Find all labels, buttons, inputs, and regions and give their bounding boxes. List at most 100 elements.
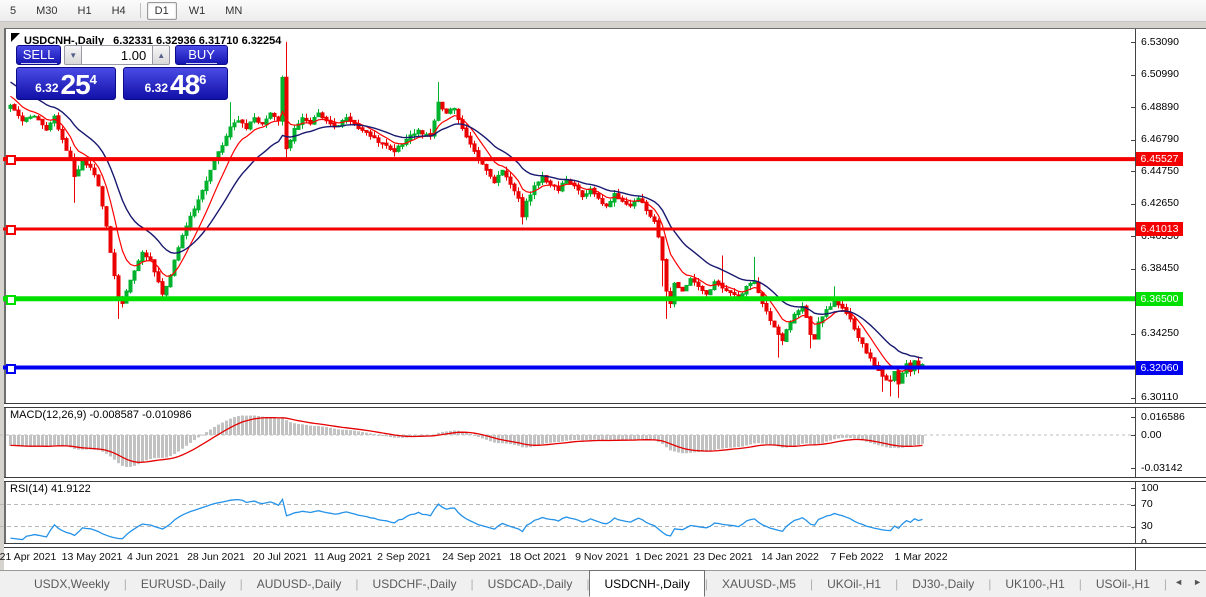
date-tick-label: 14 Jan 2022 bbox=[761, 551, 819, 563]
price-tick-mark bbox=[1131, 74, 1135, 76]
sell-price-pip: 4 bbox=[89, 72, 97, 87]
price-tick-label: 6.38450 bbox=[1141, 262, 1179, 275]
date-tick-label: 9 Nov 2021 bbox=[575, 551, 629, 563]
rsi-tick-mark bbox=[1131, 504, 1135, 506]
timeframe-button-m30[interactable]: M30 bbox=[28, 2, 65, 20]
price-tick-label: 6.42650 bbox=[1141, 197, 1179, 210]
buy-button-label: BUY bbox=[186, 46, 217, 64]
buy-price-main: 48 bbox=[170, 69, 200, 100]
price-tick-mark bbox=[1131, 107, 1135, 108]
one-click-trade-panel: SELL ▼ 1.00 ▲ BUY 6.32 25 4 6.32 48 6 bbox=[16, 45, 228, 100]
tab-xauusd-m5[interactable]: XAUUSD-,M5 bbox=[708, 571, 810, 597]
volume-decrease-button[interactable]: ▼ bbox=[64, 45, 83, 65]
sell-price-prefix: 6.32 bbox=[35, 81, 59, 95]
hline-anchor-marker[interactable] bbox=[6, 363, 16, 374]
pane-divider[interactable] bbox=[4, 477, 1206, 482]
price-tick-label: 6.44750 bbox=[1141, 164, 1179, 177]
price-tick-mark bbox=[1131, 42, 1135, 43]
timeframe-button-5[interactable]: 5 bbox=[2, 2, 24, 20]
rsi-label: RSI(14) 41.9122 bbox=[10, 483, 91, 495]
price-tick-mark bbox=[1131, 268, 1135, 270]
rsi-tick-mark bbox=[1131, 488, 1135, 489]
date-tick-label: 7 Feb 2022 bbox=[830, 551, 884, 563]
date-tick-label: 20 Jul 2021 bbox=[252, 551, 308, 563]
price-tick-mark bbox=[1131, 139, 1135, 141]
macd-tick-mark bbox=[1131, 468, 1135, 470]
tab-usdchf-daily[interactable]: USDCHF-,Daily bbox=[359, 571, 471, 597]
volume-increase-button[interactable]: ▲ bbox=[152, 45, 171, 65]
buy-price-button[interactable]: 6.32 48 6 bbox=[123, 67, 228, 100]
hline-price-badge: 6.32060 bbox=[1136, 360, 1183, 375]
chevron-up-icon: ▲ bbox=[157, 50, 166, 60]
sell-button[interactable]: SELL bbox=[16, 45, 62, 65]
date-tick-label: 1 Mar 2022 bbox=[894, 551, 948, 563]
sell-price-button[interactable]: 6.32 25 4 bbox=[16, 67, 117, 100]
timeframe-button-mn[interactable]: MN bbox=[217, 2, 250, 20]
date-tick-label: 4 Jun 2021 bbox=[127, 551, 179, 563]
date-tick-label: 21 Apr 2021 bbox=[0, 551, 57, 563]
date-tick-label: 23 Dec 2021 bbox=[693, 551, 753, 563]
tab-eurusd-daily[interactable]: EURUSD-,Daily bbox=[127, 571, 240, 597]
sell-button-label: SELL bbox=[20, 46, 57, 64]
volume-input[interactable]: 1.00 bbox=[82, 45, 153, 65]
chart-tab-bar: USDX,Weekly | EURUSD-,Daily | AUDUSD-,Daily |… bbox=[0, 570, 1206, 597]
macd-label: MACD(12,26,9) -0.008587 -0.010986 bbox=[10, 409, 192, 421]
chart-corner-arrow-icon bbox=[11, 33, 20, 42]
hline-price-badge: 6.45527 bbox=[1136, 152, 1183, 167]
tab-scroll-right-icon[interactable]: ► bbox=[1193, 577, 1202, 587]
timeframe-button-h4[interactable]: H4 bbox=[104, 2, 134, 20]
price-tick-label: 6.48890 bbox=[1141, 100, 1179, 113]
buy-price-pip: 6 bbox=[199, 72, 207, 87]
price-tick-label: 6.30110 bbox=[1141, 391, 1179, 404]
tab-usdcnh-daily[interactable]: USDCNH-,Daily bbox=[589, 570, 705, 597]
tab-separator: | bbox=[1163, 577, 1168, 591]
rsi-tick-label: 100 bbox=[1141, 481, 1159, 494]
date-tick-label: 13 May 2021 bbox=[61, 551, 123, 563]
date-tick-label: 11 Aug 2021 bbox=[313, 551, 373, 563]
tab-scroll-buttons: ◄ ► bbox=[1174, 577, 1202, 587]
hline-anchor-marker[interactable] bbox=[6, 294, 16, 305]
pane-divider[interactable] bbox=[4, 543, 1206, 548]
hline-anchor-marker[interactable] bbox=[6, 224, 16, 235]
tab-usdx-weekly[interactable]: USDX,Weekly bbox=[20, 571, 124, 597]
price-tick-label: 6.50990 bbox=[1141, 68, 1179, 80]
tab-usdcad-daily[interactable]: USDCAD-,Daily bbox=[474, 571, 587, 597]
tab-uk100-h1[interactable]: UK100-,H1 bbox=[991, 571, 1078, 597]
tab-usoil-h1[interactable]: USOil-,H1 bbox=[1082, 571, 1164, 597]
date-tick-label: 1 Dec 2021 bbox=[635, 551, 689, 563]
macd-tick-label: 0.016586 bbox=[1141, 410, 1185, 423]
macd-tick-mark bbox=[1131, 417, 1135, 419]
rsi-tick-label: 70 bbox=[1141, 498, 1153, 510]
timeframe-button-d1[interactable]: D1 bbox=[146, 1, 177, 20]
price-tick-mark bbox=[1131, 171, 1135, 173]
date-tick-label: 2 Sep 2021 bbox=[377, 551, 431, 563]
sell-price-main: 25 bbox=[60, 69, 91, 100]
date-tick-label: 18 Oct 2021 bbox=[509, 551, 567, 563]
pane-divider[interactable] bbox=[4, 403, 1206, 408]
hline-anchor-marker[interactable] bbox=[6, 155, 16, 166]
price-tick-label: 6.53090 bbox=[1141, 35, 1179, 48]
buy-button[interactable]: BUY bbox=[175, 45, 228, 65]
price-tick-label: 6.46790 bbox=[1141, 133, 1179, 146]
rsi-indicator-pane[interactable] bbox=[0, 481, 1135, 543]
price-tick-mark bbox=[1131, 203, 1135, 205]
timeframe-toolbar: 5 M30 H1 H4 D1 W1 MN bbox=[0, 0, 1206, 22]
tab-audusd-daily[interactable]: AUDUSD-,Daily bbox=[243, 571, 356, 597]
price-tick-mark bbox=[1131, 236, 1135, 238]
hline-price-badge: 6.36500 bbox=[1136, 291, 1183, 306]
price-tick-mark bbox=[1131, 333, 1135, 335]
tab-scroll-left-icon[interactable]: ◄ bbox=[1174, 577, 1183, 587]
rsi-tick-mark bbox=[1131, 526, 1135, 528]
timeframe-button-w1[interactable]: W1 bbox=[181, 2, 214, 20]
tab-ukoil-h1[interactable]: UKOil-,H1 bbox=[813, 571, 895, 597]
timeframe-button-h1[interactable]: H1 bbox=[70, 2, 100, 20]
price-tick-label: 6.34250 bbox=[1141, 327, 1179, 340]
macd-tick-mark bbox=[1131, 435, 1135, 436]
buy-price-prefix: 6.32 bbox=[144, 81, 168, 95]
rsi-tick-label: 30 bbox=[1141, 520, 1153, 532]
toolbar-separator bbox=[139, 3, 141, 18]
price-tick-mark bbox=[1131, 397, 1135, 399]
chevron-down-icon: ▼ bbox=[69, 50, 78, 60]
tab-dj30-daily[interactable]: DJ30-,Daily bbox=[898, 571, 988, 597]
hline-price-badge: 6.41013 bbox=[1136, 221, 1183, 236]
